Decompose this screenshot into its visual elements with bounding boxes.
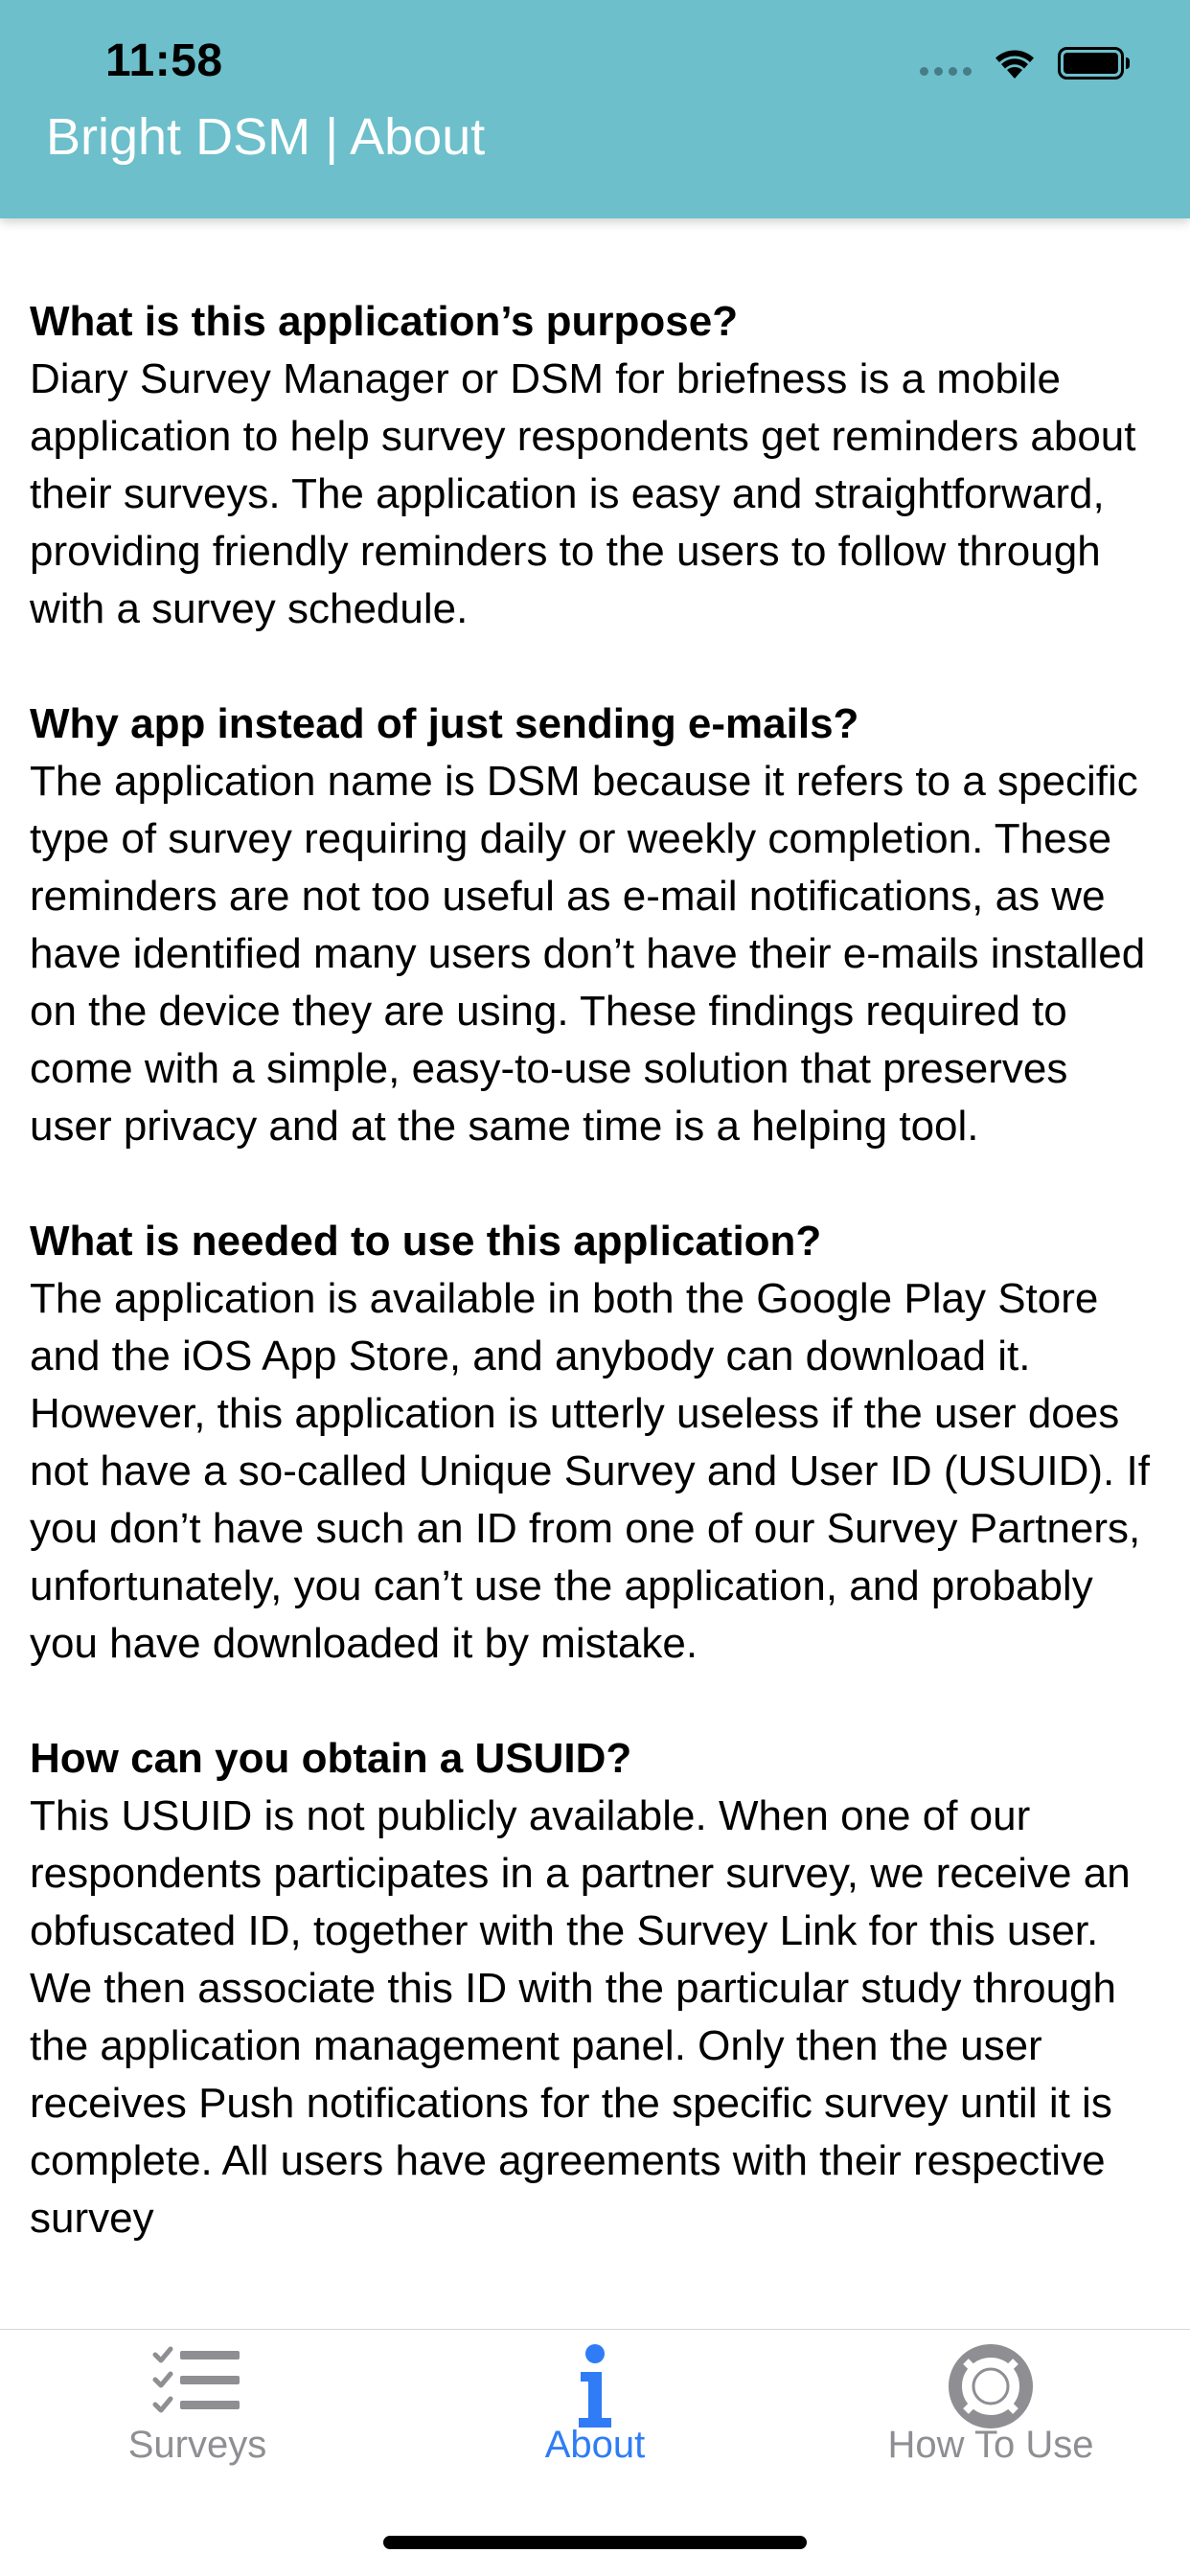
home-indicator[interactable] (383, 2536, 807, 2549)
page-title: Bright DSM | About (46, 108, 486, 166)
tab-label: About (544, 2424, 646, 2466)
tab-label: Surveys (127, 2424, 267, 2466)
about-content[interactable]: What is this application’s purpose? Diar… (30, 293, 1160, 2329)
wifi-icon (995, 50, 1034, 79)
section-why-app: Why app instead of just sending e-mails?… (30, 695, 1160, 1155)
section-heading: What is needed to use this application? (30, 1218, 822, 1265)
tab-how-to-use[interactable]: How To Use (847, 2330, 1134, 2483)
section-body: The application is available in both the… (30, 1275, 1150, 1667)
tab-about[interactable]: About (451, 2330, 739, 2483)
status-icons (920, 42, 1131, 84)
cellular-signal-icon (920, 66, 972, 76)
section-heading: What is this application’s purpose? (30, 298, 739, 345)
section-requirements: What is needed to use this application? … (30, 1213, 1160, 1673)
checklist-icon (152, 2346, 240, 2413)
section-body: The application name is DSM because it r… (30, 758, 1146, 1150)
section-purpose: What is this application’s purpose? Diar… (30, 293, 1160, 638)
status-time: 11:58 (105, 35, 223, 86)
section-heading: Why app instead of just sending e-mails? (30, 700, 859, 747)
battery-icon (1058, 47, 1130, 80)
lifebuoy-icon (949, 2344, 1033, 2428)
section-usuid: How can you obtain a USUID? This USUID i… (30, 1730, 1160, 2247)
info-icon (579, 2344, 611, 2428)
app-header: 11:58 Bright DSM | About (0, 0, 1190, 218)
section-body: Diary Survey Manager or DSM for briefnes… (30, 355, 1136, 632)
tab-label: How To Use (887, 2424, 1094, 2466)
tab-surveys[interactable]: Surveys (54, 2330, 341, 2483)
section-body: This USUID is not publicly available. Wh… (30, 1792, 1131, 2242)
section-heading: How can you obtain a USUID? (30, 1735, 632, 1782)
